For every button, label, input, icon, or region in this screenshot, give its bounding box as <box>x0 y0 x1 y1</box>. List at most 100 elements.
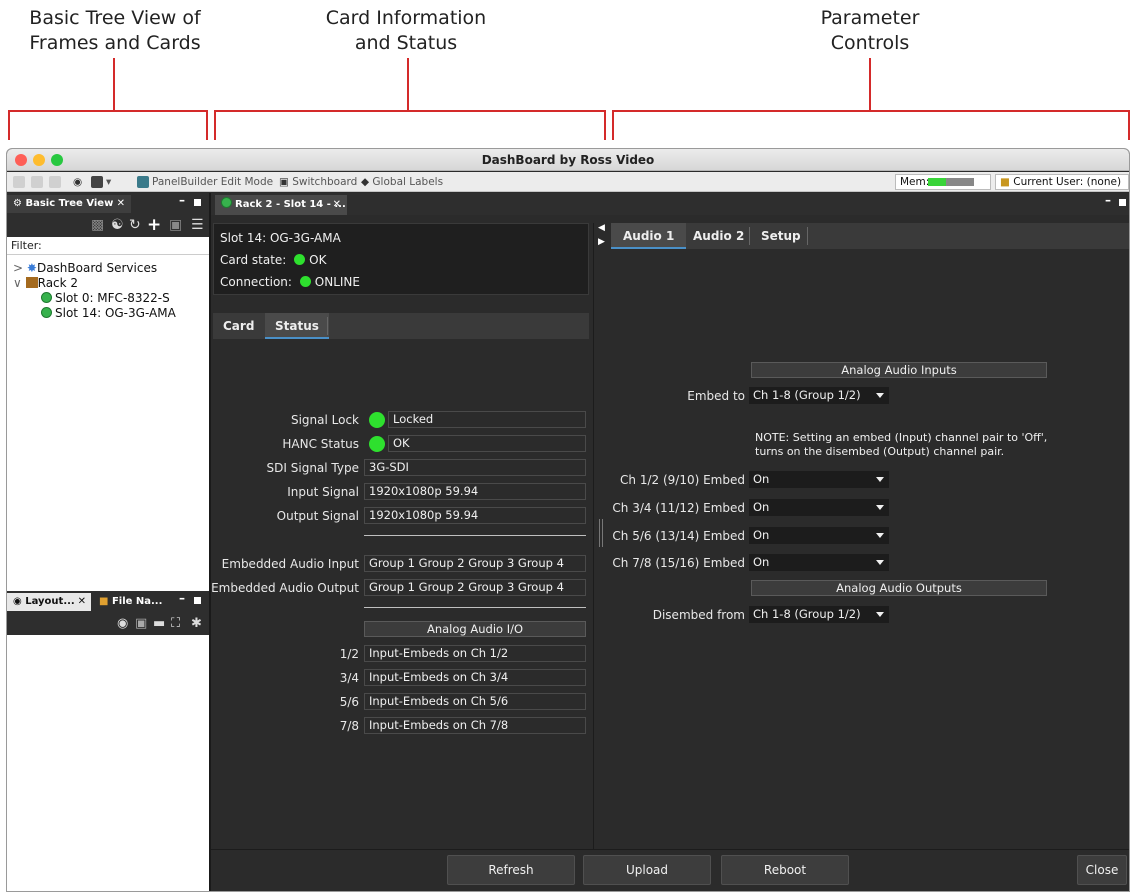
close-tab-icon[interactable]: ✕ <box>78 593 86 611</box>
embed-to-label: Embed to <box>687 389 745 403</box>
fullscreen-icon[interactable]: ⛶ <box>171 616 180 631</box>
discover-icon[interactable]: ☯ <box>111 217 124 233</box>
input-signal-label: Input Signal <box>287 485 359 499</box>
chevron-down-icon <box>876 560 884 565</box>
status-ok-icon <box>41 292 52 303</box>
dashboard-window: DashBoard by Ross Video ◉ ▾ PanelBuilder… <box>6 148 1130 892</box>
minimize-icon[interactable]: – <box>179 193 185 207</box>
collapse-chevron-icon[interactable]: ∨ <box>13 276 22 290</box>
delete-icon[interactable]: ▣ <box>135 616 147 631</box>
embed-ch12-value: On <box>753 472 770 486</box>
disembed-from-dropdown[interactable]: Ch 1-8 (Group 1/2) <box>749 606 889 623</box>
bracket-right-bar <box>612 110 1130 112</box>
panelbuilder-button[interactable]: PanelBuilder Edit Mode <box>137 175 273 189</box>
tab-layout[interactable]: ◉ Layout... ✕ <box>7 593 91 611</box>
switchboard-button[interactable]: ▣ Switchboard <box>279 175 357 189</box>
embedded-audio-input-value: Group 1 Group 2 Group 3 Group 4 <box>364 555 586 572</box>
lower-tab-bar: ◉ Layout... ✕ ■ File Na... – <box>7 591 209 613</box>
signal-lock-led <box>369 412 385 428</box>
left-divider[interactable] <box>209 193 211 891</box>
reboot-button[interactable]: Reboot <box>721 855 849 885</box>
embed-ch34-value: On <box>753 500 770 514</box>
left-panel: ⚙ Basic Tree View ✕ – ▩ ☯ ↻ + ▣ ☰ Filter… <box>7 193 209 891</box>
expand-right-arrow-icon[interactable]: ▶ <box>598 237 605 247</box>
status-ok-icon <box>41 307 52 318</box>
add-icon[interactable]: + <box>147 215 161 235</box>
tree-label-slot14: Slot 14: OG-3G-AMA <box>55 306 176 320</box>
delete-icon[interactable]: ▣ <box>169 217 182 233</box>
save-icon[interactable] <box>13 175 28 189</box>
hanc-status-led <box>369 436 385 452</box>
minimize-icon[interactable]: – <box>179 591 185 605</box>
expand-chevron-icon[interactable]: > <box>13 261 23 275</box>
refresh-icon[interactable]: ↻ <box>129 217 141 233</box>
card-tab-bar: Rack 2 - Slot 14 - ... ✕ – <box>211 193 1129 215</box>
embed-ch12-dropdown[interactable]: On <box>749 471 889 488</box>
minimize-window-icon[interactable] <box>33 154 45 166</box>
tree-item-dashboard-services[interactable]: > ✸DashBoard Services <box>13 261 157 276</box>
maximize-icon[interactable] <box>1119 199 1126 206</box>
card-info-box: Slot 14: OG-3G-AMA Card state: OK Connec… <box>213 223 589 295</box>
bracket-center-r <box>604 110 606 140</box>
tab-card[interactable]: Card <box>213 313 264 339</box>
embed-ch56-label: Ch 5/6 (13/14) Embed <box>612 529 745 543</box>
window-icon[interactable]: ▬ <box>153 616 165 631</box>
tab-setup[interactable]: Setup <box>751 223 811 249</box>
embed-ch34-dropdown[interactable]: On <box>749 499 889 516</box>
maximize-icon[interactable] <box>194 597 201 604</box>
save-all-icon[interactable] <box>31 175 46 189</box>
global-labels-button[interactable]: ◆ Global Labels <box>361 175 443 189</box>
camera-icon: ◉ <box>13 596 22 607</box>
current-user: ■ Current User: (none) <box>995 174 1129 190</box>
tree-item-slot-14[interactable]: Slot 14: OG-3G-AMA <box>41 306 176 321</box>
close-window-icon[interactable] <box>15 154 27 166</box>
embed-to-value: Ch 1-8 (Group 1/2) <box>753 388 861 402</box>
switchboard-icon: ▣ <box>279 176 289 188</box>
refresh-button[interactable]: Refresh <box>447 855 575 885</box>
collapse-left-arrow-icon[interactable]: ◀ <box>598 223 605 233</box>
tab-audio-1[interactable]: Audio 1 <box>611 223 687 249</box>
tree-item-rack-2[interactable]: ∨ Rack 2 <box>13 276 78 291</box>
copy-icon[interactable] <box>49 175 64 189</box>
callout-tree-view: Basic Tree View of Frames and Cards <box>10 6 220 56</box>
divider <box>364 535 586 536</box>
snapshot-icon[interactable]: ◉ <box>117 616 128 631</box>
folder-icon[interactable]: ▾ <box>91 175 111 189</box>
close-tab-icon[interactable]: ✕ <box>333 195 341 215</box>
switchboard-label: Switchboard <box>292 176 358 188</box>
input-signal-value: 1920x1080p 59.94 <box>364 483 586 500</box>
filter-icon[interactable]: ▩ <box>91 217 104 233</box>
title-bar: DashBoard by Ross Video <box>7 149 1129 171</box>
embed-to-dropdown[interactable]: Ch 1-8 (Group 1/2) <box>749 387 889 404</box>
list-icon[interactable]: ☰ <box>191 217 204 233</box>
close-tab-icon[interactable]: ✕ <box>117 195 125 213</box>
tree-item-slot-0[interactable]: Slot 0: MFC-8322-S <box>41 291 170 306</box>
tab-audio-2[interactable]: Audio 2 <box>681 223 756 249</box>
maximize-icon[interactable] <box>194 199 201 206</box>
card-slot-name: Slot 14: OG-3G-AMA <box>220 231 341 245</box>
embed-ch56-dropdown[interactable]: On <box>749 527 889 544</box>
zoom-window-icon[interactable] <box>51 154 63 166</box>
tab-status[interactable]: Status <box>265 313 329 339</box>
upload-button[interactable]: Upload <box>583 855 711 885</box>
minimize-icon[interactable]: – <box>1105 193 1111 207</box>
embedded-audio-output-value: Group 1 Group 2 Group 3 Group 4 <box>364 579 586 596</box>
tab-card-rack2-slot14[interactable]: Rack 2 - Slot 14 - ... ✕ <box>215 195 347 215</box>
hanc-status-label: HANC Status <box>282 437 359 451</box>
mem-bar <box>928 178 974 186</box>
tab-file-navigator[interactable]: ■ File Na... <box>93 593 163 611</box>
embed-ch78-dropdown[interactable]: On <box>749 554 889 571</box>
chevron-down-icon <box>876 505 884 510</box>
close-button[interactable]: Close <box>1077 855 1127 885</box>
callout-card-info: Card Information and Status <box>306 6 506 56</box>
io-ch-label: 5/6 <box>339 695 359 709</box>
pin-icon[interactable]: ✱ <box>191 616 202 631</box>
tab-basic-tree-view[interactable]: ⚙ Basic Tree View ✕ <box>7 195 131 213</box>
tree-label-rack: Rack 2 <box>37 276 79 290</box>
bracket-right-stem <box>869 58 871 110</box>
filter-input[interactable] <box>47 238 205 253</box>
bracket-center-l <box>214 110 216 140</box>
camera-icon[interactable]: ◉ <box>73 175 82 189</box>
status-ok-icon <box>221 197 232 208</box>
chevron-down-icon <box>876 533 884 538</box>
